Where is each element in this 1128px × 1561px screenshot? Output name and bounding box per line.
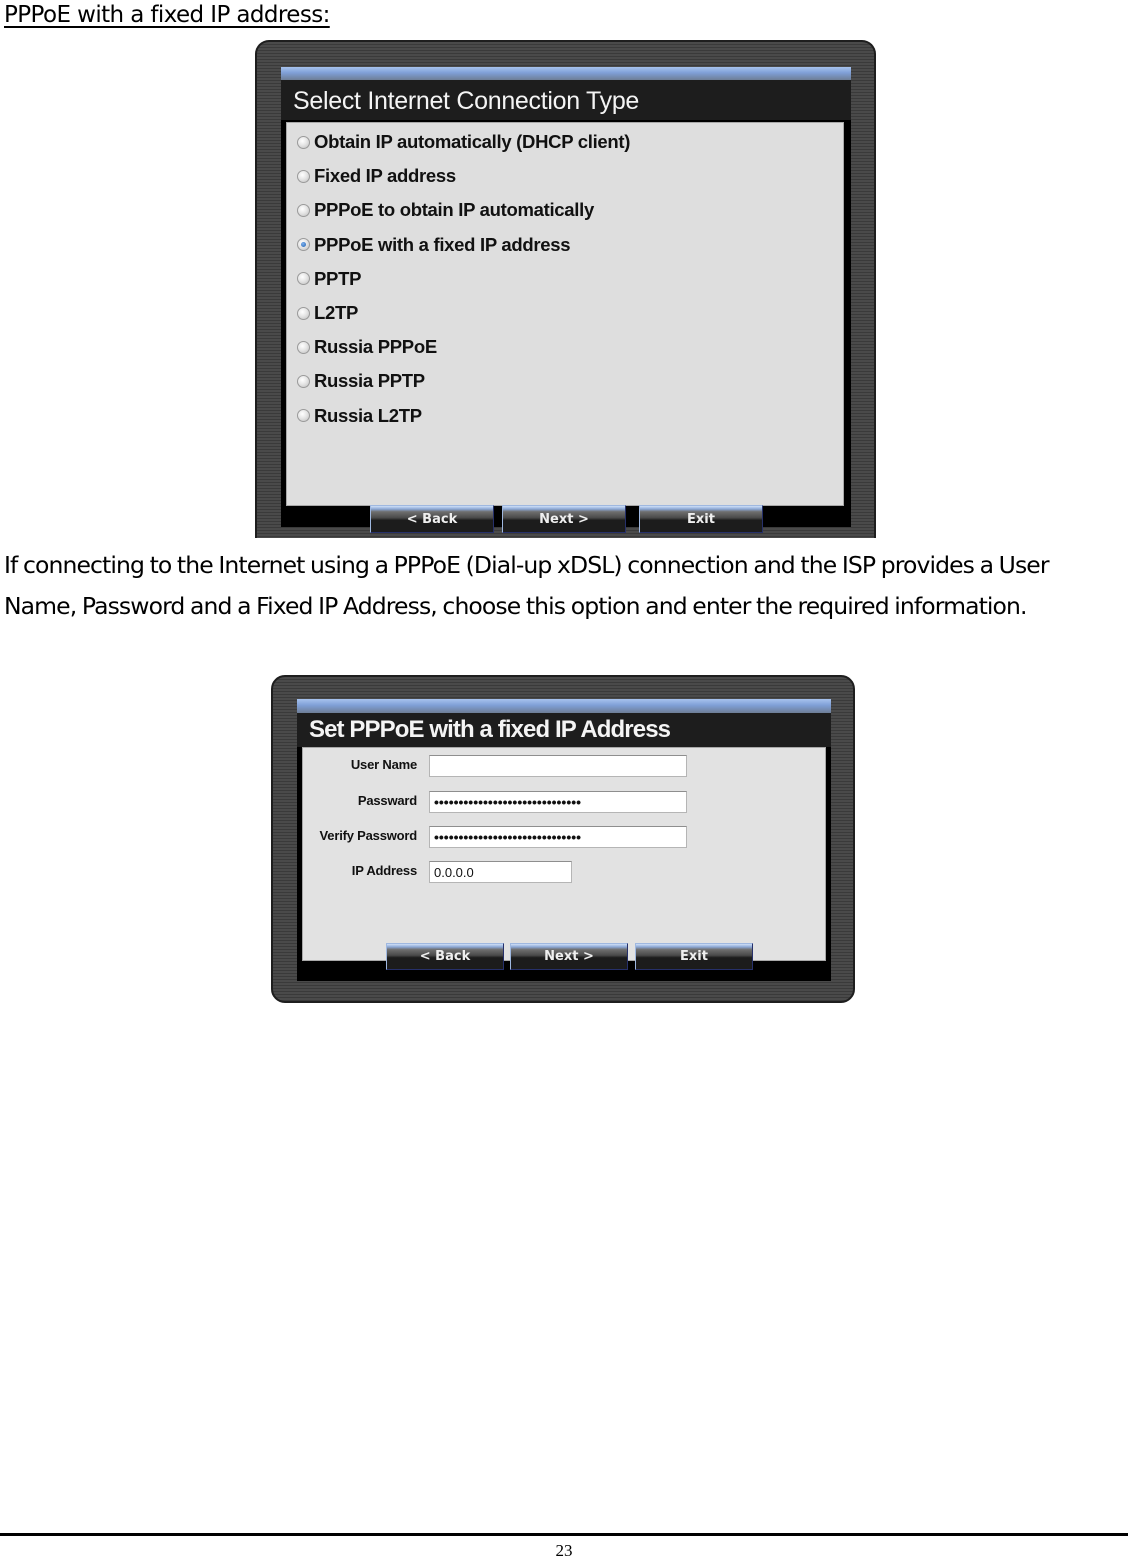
- radio-icon[interactable]: [297, 272, 310, 286]
- ip-address-label: IP Address: [351, 863, 417, 878]
- option-russia-pppoe[interactable]: Russia PPPoE: [297, 330, 630, 364]
- dialog-top-bar: [297, 699, 831, 713]
- user-name-input[interactable]: [429, 755, 687, 777]
- option-label: Fixed IP address: [314, 165, 456, 187]
- dialog-title: Select Internet Connection Type: [293, 87, 640, 115]
- next-button[interactable]: Next >: [502, 505, 626, 533]
- option-pptp[interactable]: PPTP: [297, 262, 630, 296]
- user-name-row: User Name: [303, 755, 823, 777]
- radio-icon[interactable]: [297, 169, 310, 183]
- radio-selected-icon[interactable]: [297, 238, 310, 252]
- section-heading: PPPoE with a fixed IP address:: [4, 2, 330, 28]
- option-pppoe-fixed-ip[interactable]: PPPoE with a fixed IP address: [297, 228, 630, 262]
- back-button[interactable]: < Back: [370, 505, 494, 533]
- password-row: Passward: [303, 791, 823, 813]
- pppoe-fixed-ip-screenshot: Set PPPoE with a fixed IP Address User N…: [271, 675, 855, 1003]
- option-l2tp[interactable]: L2TP: [297, 296, 630, 330]
- option-label: Russia PPTP: [314, 370, 425, 392]
- dialog-title-bar: Select Internet Connection Type: [281, 80, 851, 120]
- dialog-title-bar: Set PPPoE with a fixed IP Address: [297, 713, 831, 747]
- radio-icon[interactable]: [297, 135, 310, 149]
- dialog-screen: Set PPPoE with a fixed IP Address User N…: [297, 699, 831, 981]
- radio-icon[interactable]: [297, 203, 310, 217]
- option-pppoe-auto[interactable]: PPPoE to obtain IP automatically: [297, 193, 630, 227]
- next-button[interactable]: Next >: [510, 943, 628, 970]
- back-button[interactable]: < Back: [386, 943, 504, 970]
- connection-type-options: Obtain IP automatically (DHCP client) Fi…: [297, 125, 630, 433]
- radio-icon[interactable]: [297, 340, 310, 354]
- option-label: Russia L2TP: [314, 404, 422, 426]
- dialog-title: Set PPPoE with a fixed IP Address: [309, 716, 671, 743]
- dialog-screen: Select Internet Connection Type Obtain I…: [281, 67, 851, 533]
- verify-password-input[interactable]: [429, 826, 687, 848]
- exit-button[interactable]: Exit: [639, 505, 763, 533]
- radio-icon[interactable]: [297, 374, 310, 388]
- description-paragraph: If connecting to the Internet using a PP…: [4, 551, 1050, 620]
- option-label: PPTP: [314, 267, 362, 289]
- option-label: PPPoE to obtain IP automatically: [314, 199, 594, 221]
- password-input[interactable]: [429, 791, 687, 813]
- dialog-panel: Obtain IP automatically (DHCP client) Fi…: [286, 122, 844, 533]
- option-label: L2TP: [314, 302, 359, 324]
- dialog-panel: User Name Passward Verify Password IP Ad…: [302, 747, 826, 970]
- option-dhcp-client[interactable]: Obtain IP automatically (DHCP client): [297, 125, 630, 159]
- option-label: Russia PPPoE: [314, 336, 437, 358]
- user-name-label: User Name: [350, 757, 417, 772]
- dialog-top-bar: [281, 67, 851, 80]
- ip-address-input[interactable]: [429, 861, 572, 883]
- option-fixed-ip[interactable]: Fixed IP address: [297, 159, 630, 193]
- option-label: PPPoE with a fixed IP address: [314, 233, 571, 255]
- option-label: Obtain IP automatically (DHCP client): [314, 131, 631, 153]
- password-label: Passward: [357, 793, 417, 808]
- connection-type-screenshot: Select Internet Connection Type Obtain I…: [255, 40, 876, 538]
- verify-password-label: Verify Password: [319, 828, 418, 843]
- verify-password-row: Verify Password: [303, 826, 823, 848]
- radio-icon[interactable]: [297, 306, 310, 320]
- footer-divider: [0, 1533, 1128, 1536]
- option-russia-pptp[interactable]: Russia PPTP: [297, 364, 630, 398]
- option-russia-l2tp[interactable]: Russia L2TP: [297, 399, 630, 433]
- exit-button[interactable]: Exit: [635, 943, 753, 970]
- ip-address-row: IP Address: [303, 861, 823, 883]
- radio-icon[interactable]: [297, 409, 310, 423]
- page-number: 23: [555, 1541, 573, 1560]
